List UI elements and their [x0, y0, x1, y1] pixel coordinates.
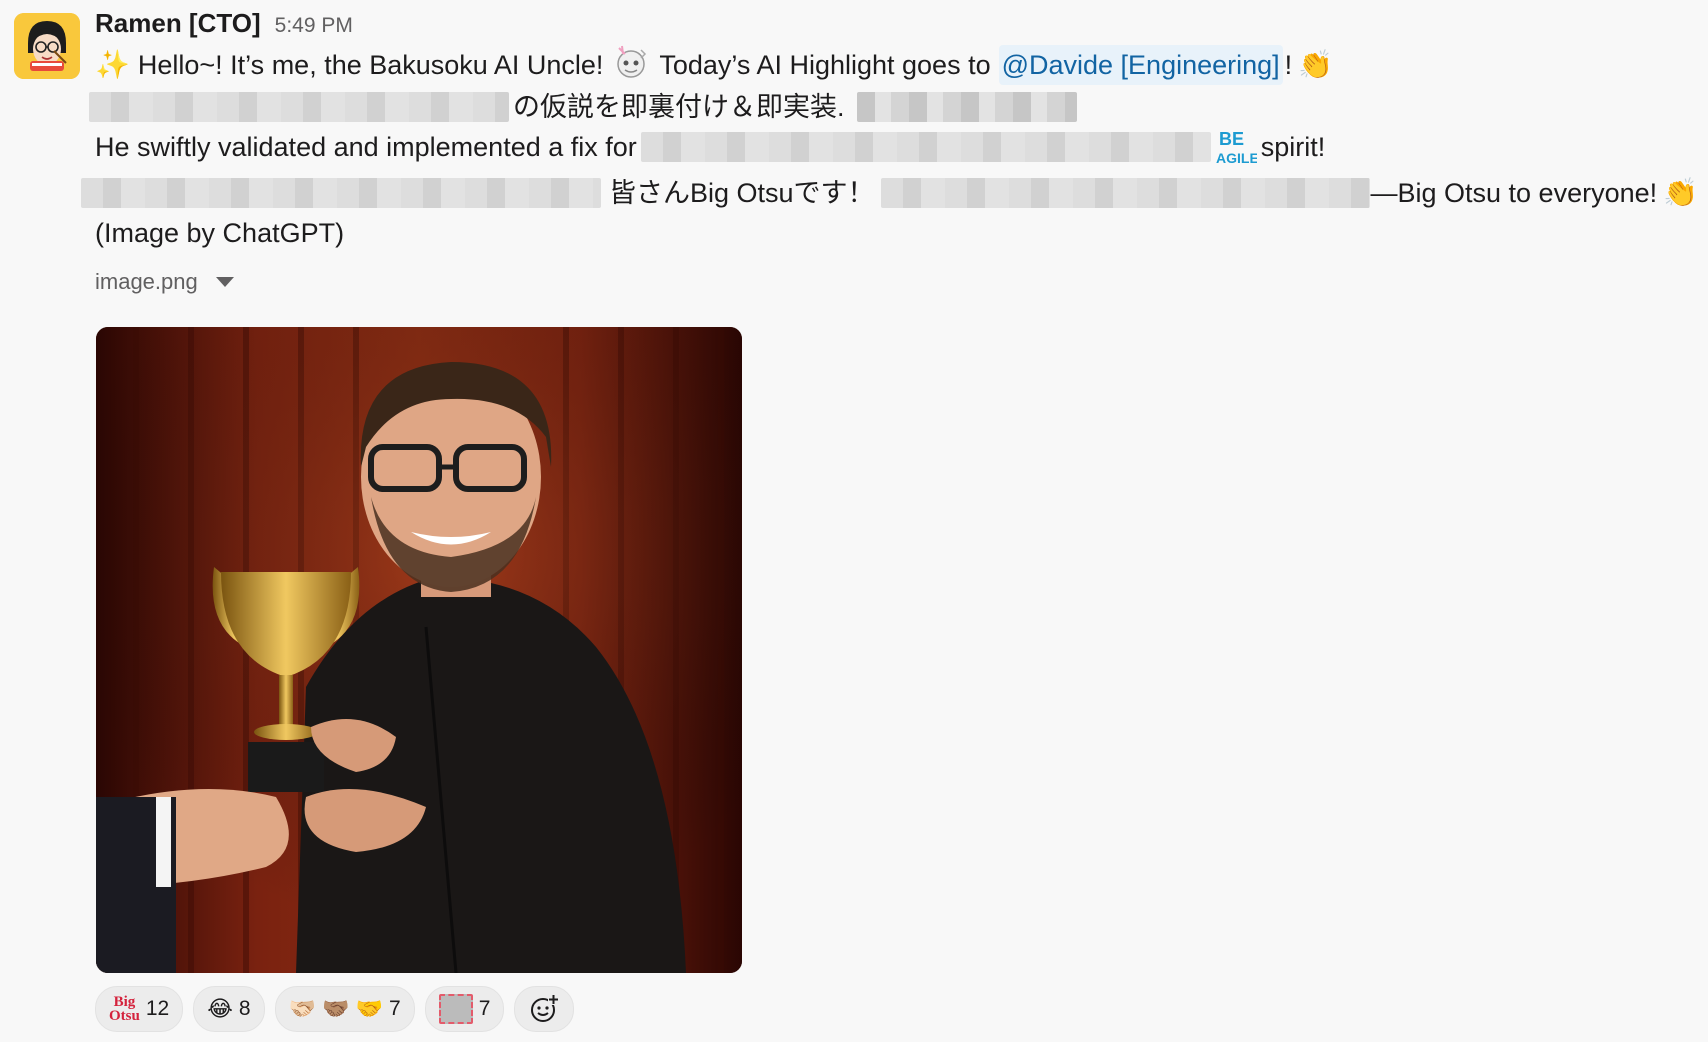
robot-sticker-icon [611, 42, 651, 87]
reaction-count: 7 [389, 997, 401, 1020]
jp-hypothesis-text: の仮説を即裏付け＆即実装. [513, 92, 845, 122]
avatar-cartoon [14, 13, 80, 79]
message-line-3: He swiftly validated and implemented a f… [95, 127, 1698, 167]
attached-image[interactable] [96, 327, 742, 973]
reaction-joy[interactable]: 😂 8 [193, 986, 265, 1032]
message-line-1: ✨ Hello~! It’s me, the Bakusoku AI Uncle… [95, 42, 1698, 87]
message-line-4: 皆さんBig Otsuです！ —Big Otsu to everyone! 👏 [81, 173, 1698, 213]
reaction-count: 7 [478, 997, 491, 1020]
handshake-emoji-icon: 🫱🏻‍🫲🏼 🤝🏽 🤝 [288, 996, 384, 1021]
redacted-text [89, 92, 509, 122]
timestamp[interactable]: 5:49 PM [275, 14, 353, 38]
reaction-handshake[interactable]: 🫱🏻‍🫲🏼 🤝🏽 🤝 7 [274, 986, 415, 1032]
be-agile-icon: BE AGILE [1215, 127, 1259, 167]
reactions-bar: Big Otsu 12 😂 8 🫱🏻‍🫲🏼 🤝🏽 🤝 7 7 [95, 986, 575, 1032]
file-header[interactable]: image.png [95, 269, 1698, 295]
message-line-2: の仮説を即裏付け＆即実装. [89, 87, 1698, 127]
joy-emoji-icon: 😂 [207, 996, 233, 1021]
add-reaction-button[interactable] [514, 986, 575, 1032]
redacted-text [81, 178, 601, 208]
big-otsu-top: Big [113, 994, 136, 1010]
redacted-emoji-icon [438, 994, 473, 1024]
chevron-down-icon[interactable] [215, 277, 234, 287]
be-agile-top: BE [1219, 129, 1244, 149]
sparkles-icon: ✨ [95, 48, 130, 80]
reaction-count: 12 [145, 997, 170, 1020]
message: Ramen [CTO] 5:49 PM ✨ Hello~! It’s me, t… [81, 8, 1698, 295]
validated-text: He swiftly validated and implemented a f… [95, 132, 637, 162]
reaction-count: 8 [238, 997, 251, 1020]
message-line-5: (Image by ChatGPT) [95, 213, 1698, 253]
redacted-text [640, 132, 1211, 162]
message-header: Ramen [CTO] 5:49 PM [95, 8, 1698, 42]
be-agile-bottom: AGILE [1216, 150, 1257, 166]
greeting-text: Hello~! It’s me, the Bakusoku AI Uncle! [137, 49, 604, 80]
big-otsu-icon: Big Otsu [109, 994, 140, 1024]
add-reaction-icon [531, 994, 560, 1022]
award-photo [96, 327, 742, 973]
file-name[interactable]: image.png [95, 269, 198, 295]
author-name[interactable]: Ramen [CTO] [95, 8, 261, 39]
image-credit: (Image by ChatGPT) [95, 218, 345, 248]
highlight-text: Today’s AI Highlight goes to [659, 49, 991, 80]
redacted-emoji [856, 92, 1077, 122]
clap-icon: 👏 [1298, 48, 1334, 80]
jp-otsu-text: 皆さんBig Otsuです！ [608, 178, 875, 208]
clap-icon: 👏 [1663, 177, 1698, 208]
user-mention[interactable]: @Davide [Engineering] [998, 44, 1283, 85]
exclamation: ! [1284, 49, 1293, 80]
reaction-big-otsu[interactable]: Big Otsu 12 [95, 986, 184, 1032]
avatar[interactable] [14, 13, 80, 79]
otsu-english-text: —Big Otsu to everyone! [1370, 178, 1658, 208]
redacted-text [880, 178, 1371, 208]
big-otsu-bottom: Otsu [109, 1008, 140, 1024]
spirit-text: spirit! [1260, 132, 1326, 162]
reaction-redacted[interactable]: 7 [424, 986, 505, 1032]
